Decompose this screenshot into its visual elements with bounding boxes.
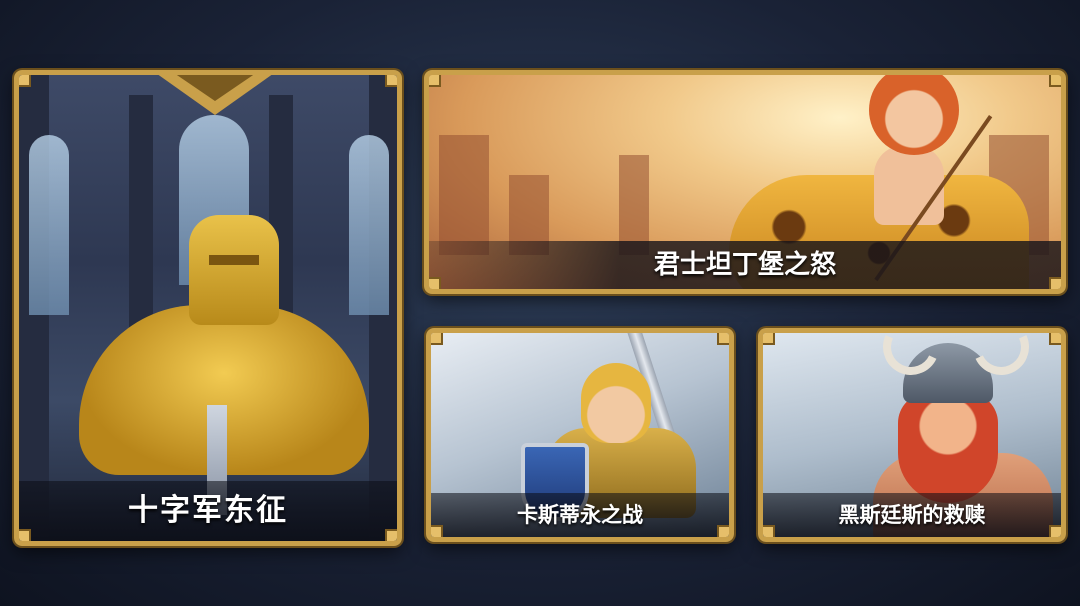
campaign-card-hastings[interactable]: 黑斯廷斯的救赎	[758, 328, 1066, 542]
frame-corner	[19, 529, 31, 541]
frame-corner	[431, 333, 443, 345]
frame-corner	[1049, 277, 1061, 289]
frame-corner	[429, 75, 441, 87]
campaign-art-golden-knight	[19, 75, 397, 541]
frame-corner	[385, 75, 397, 87]
campaign-card-crusades[interactable]: 十字军东征	[14, 70, 402, 546]
campaign-title: 卡斯蒂永之战	[431, 493, 729, 537]
frame-corner	[1049, 75, 1061, 87]
frame-corner	[763, 525, 775, 537]
campaign-title: 十字军东征	[19, 481, 397, 541]
frame-corner	[19, 75, 31, 87]
frame-corner	[385, 529, 397, 541]
frame-corner	[431, 525, 443, 537]
campaign-card-constantinople[interactable]: 君士坦丁堡之怒	[424, 70, 1066, 294]
campaign-card-castillon[interactable]: 卡斯蒂永之战	[426, 328, 734, 542]
frame-corner	[717, 525, 729, 537]
frame-corner	[717, 333, 729, 345]
frame-corner	[429, 277, 441, 289]
frame-corner	[763, 333, 775, 345]
frame-corner	[1049, 525, 1061, 537]
v-emblem-inner	[171, 75, 259, 101]
campaign-title: 黑斯廷斯的救赎	[763, 493, 1061, 537]
campaign-title: 君士坦丁堡之怒	[429, 241, 1061, 289]
frame-corner	[1049, 333, 1061, 345]
